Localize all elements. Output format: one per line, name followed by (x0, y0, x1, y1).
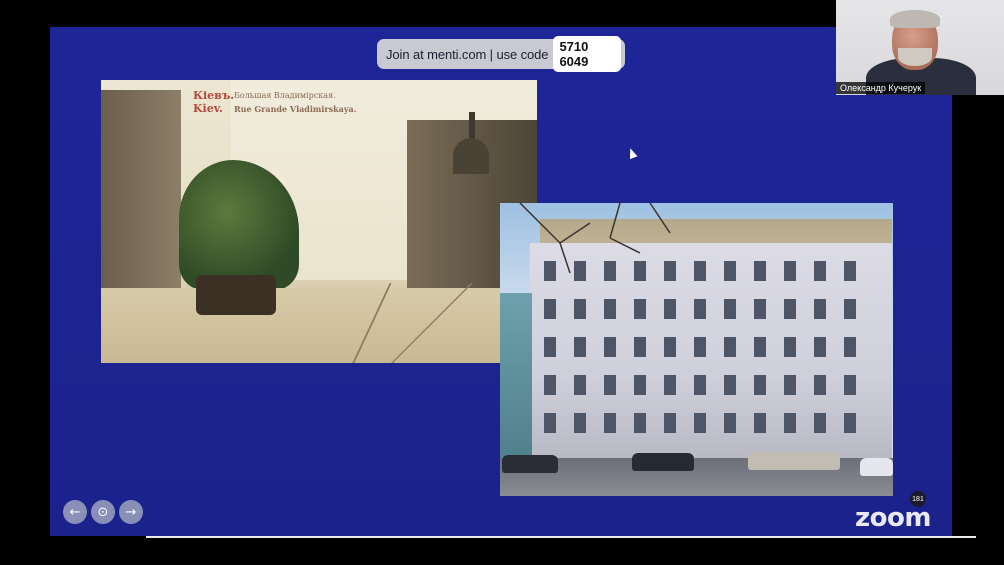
postcard-caption-street: Большая Владимірская. (234, 91, 336, 100)
building-window (754, 299, 766, 319)
building-window (634, 299, 646, 319)
building-window (664, 337, 676, 357)
building-window (664, 375, 676, 395)
building-window (604, 261, 616, 281)
building-window (664, 413, 676, 433)
postcard-street (101, 288, 537, 363)
participant-hair (890, 10, 940, 28)
postcard-dome (453, 138, 489, 174)
building-window (814, 375, 826, 395)
menti-join-text: Join at menti.com | use code (386, 46, 549, 62)
progress-line (146, 536, 976, 538)
building-window (544, 413, 556, 433)
building-window (814, 337, 826, 357)
building-window (784, 413, 796, 433)
building-window (604, 337, 616, 357)
building-window (544, 337, 556, 357)
building-window (544, 261, 556, 281)
building-window (664, 261, 676, 281)
building-window (544, 375, 556, 395)
participant-video-tile[interactable]: Олександр Кучерук (836, 0, 1004, 95)
building-window (694, 337, 706, 357)
participant-beard (898, 48, 932, 66)
building-window (634, 261, 646, 281)
adjacent-building (500, 293, 532, 463)
menti-join-banner: Join at menti.com | use code 5710 6049 (377, 36, 625, 72)
building-window (604, 375, 616, 395)
historic-postcard-image: Кіевъ. Большая Владимірская. Kiev. Rue G… (101, 80, 537, 363)
menti-code: 5710 6049 (553, 36, 621, 72)
parked-car (632, 453, 694, 471)
postcard-caption-city: Кіевъ. (193, 89, 235, 102)
modern-building-photo (500, 203, 893, 496)
building-window (574, 413, 586, 433)
building-window (694, 299, 706, 319)
building-window (784, 299, 796, 319)
building-window (574, 261, 586, 281)
building-window (664, 299, 676, 319)
building-window (634, 413, 646, 433)
building-window (754, 375, 766, 395)
parked-car (860, 458, 893, 476)
building-window (724, 299, 736, 319)
building-window (814, 261, 826, 281)
location-pin-button[interactable]: ⊙ (91, 500, 115, 524)
parked-car (748, 452, 840, 470)
prev-slide-button[interactable]: ← (63, 500, 87, 524)
building-window (844, 375, 856, 395)
building-window (784, 337, 796, 357)
building-window (574, 375, 586, 395)
building-window (694, 375, 706, 395)
building-window (724, 375, 736, 395)
building-window (844, 299, 856, 319)
building-window (694, 413, 706, 433)
building-window (814, 299, 826, 319)
building-window (754, 413, 766, 433)
building-window (724, 261, 736, 281)
postcard-caption-city-latin: Kiev. (193, 102, 223, 115)
building-window (784, 261, 796, 281)
building-window (574, 299, 586, 319)
zoom-logo: zoom (855, 503, 931, 533)
parked-car (502, 455, 558, 473)
building-window (604, 413, 616, 433)
postcard-caption-street-latin: Rue Grande Vladimirskaya. (234, 104, 357, 114)
building-window (754, 337, 766, 357)
participant-name-label: Олександр Кучерук (836, 82, 926, 94)
next-slide-button[interactable]: → (119, 500, 143, 524)
building-window (604, 299, 616, 319)
building-window (754, 261, 766, 281)
building-window (814, 413, 826, 433)
building-window (844, 337, 856, 357)
postcard-horse-carriage (196, 275, 276, 315)
building-window (844, 261, 856, 281)
building-window (634, 375, 646, 395)
building-window (724, 337, 736, 357)
building-window (544, 299, 556, 319)
building-window (724, 413, 736, 433)
postcard-left-building (101, 90, 181, 320)
building-window (634, 337, 646, 357)
building-window (784, 375, 796, 395)
building-window (574, 337, 586, 357)
building-window (844, 413, 856, 433)
building-window (694, 261, 706, 281)
